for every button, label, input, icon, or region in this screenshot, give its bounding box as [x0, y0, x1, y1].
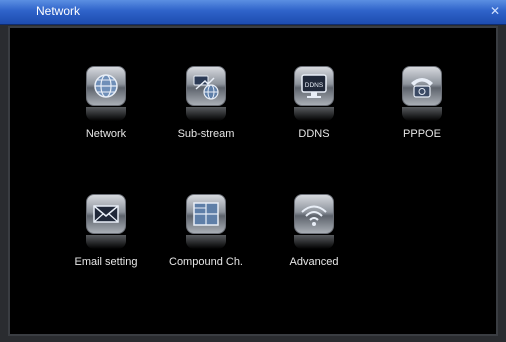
- menu-item-label: PPPOE: [403, 128, 441, 140]
- icon-reflection: [186, 235, 226, 249]
- icon-reflection: [86, 235, 126, 249]
- menu-item-sub-stream[interactable]: Sub-stream: [158, 66, 254, 158]
- menu-item-label: Compound Ch.: [169, 256, 243, 268]
- title-bar[interactable]: Network ✕: [0, 0, 506, 25]
- menu-item-label: Email setting: [74, 256, 138, 268]
- envelope-icon: [86, 194, 126, 234]
- menu-item-network[interactable]: Network: [58, 66, 154, 158]
- menu-item-ddns[interactable]: DDNS DDNS: [266, 66, 362, 158]
- icon-reflection: [294, 107, 334, 121]
- menu-item-email-setting[interactable]: Email setting: [58, 194, 154, 286]
- ddns-badge-text: DDNS: [305, 82, 324, 89]
- menu-item-label: Advanced: [289, 256, 339, 268]
- globe-icon: [86, 66, 126, 106]
- menu-item-advanced[interactable]: Advanced: [266, 194, 362, 286]
- icon-reflection: [86, 107, 126, 121]
- icon-reflection: [186, 107, 226, 121]
- network-window: Network ✕ Network Sub-stream DDNS DDNS P…: [0, 0, 506, 342]
- icon-reflection: [294, 235, 334, 249]
- wifi-icon: [294, 194, 334, 234]
- network-menu-panel: Network Sub-stream DDNS DDNS PPPOE Email…: [8, 26, 498, 336]
- icon-reflection: [402, 107, 442, 121]
- menu-item-label: Sub-stream: [177, 128, 235, 140]
- ddns-monitor-icon: DDNS: [294, 66, 334, 106]
- telephone-icon: [402, 66, 442, 106]
- menu-item-pppoe[interactable]: PPPOE: [374, 66, 470, 158]
- grid-layout-icon: [186, 194, 226, 234]
- menu-item-label: DDNS: [298, 128, 330, 140]
- menu-item-compound-ch[interactable]: Compound Ch.: [158, 194, 254, 286]
- substream-icon: [186, 66, 226, 106]
- close-icon[interactable]: ✕: [488, 4, 502, 18]
- window-title: Network: [36, 4, 81, 18]
- menu-item-label: Network: [85, 128, 127, 140]
